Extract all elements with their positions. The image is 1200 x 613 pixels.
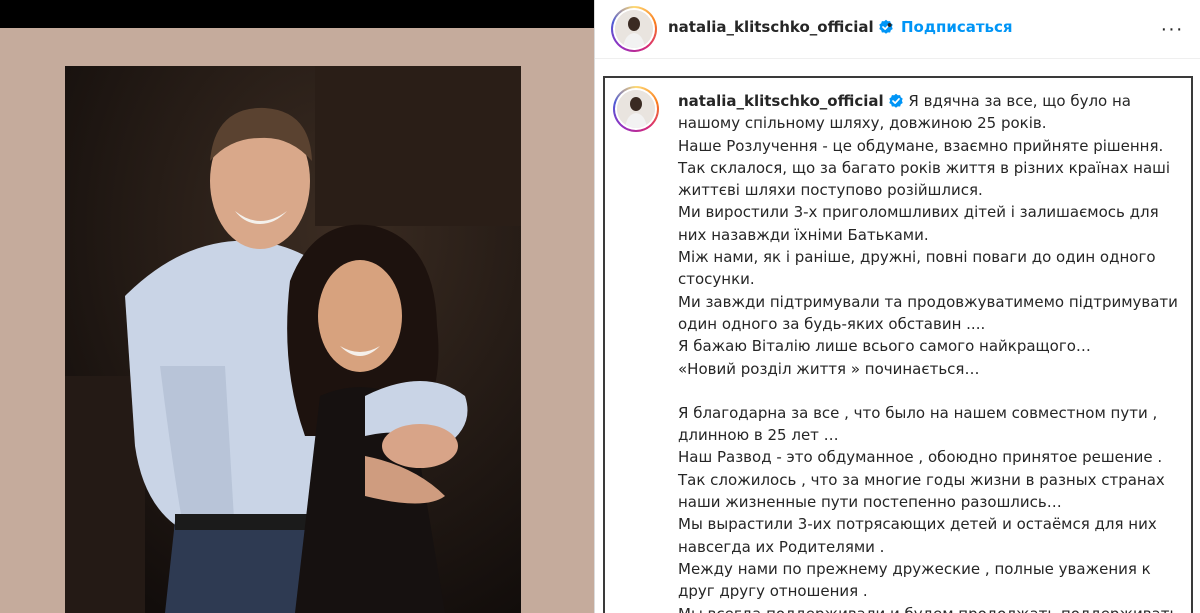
caption-line: життєві шляхи поступово розійшлися. [678, 181, 983, 200]
caption-line: «Новий розділ життя » починається… [678, 359, 980, 378]
caption-verified-badge-icon [888, 93, 903, 108]
caption-line: навсегда их Родителями . [678, 537, 885, 556]
caption-first-line: natalia_klitschko_official Я вдячна за в… [678, 90, 1178, 112]
caption-first-text: Я вдячна за все, що було на [908, 92, 1131, 110]
caption-line: друг другу отношения . [678, 582, 868, 601]
caption-author-avatar[interactable] [613, 86, 659, 132]
header-divider [595, 58, 1200, 59]
caption-line: Мы вырастили 3-их потрясающих детей и ос… [678, 515, 1157, 534]
caption-lines: нашому спільному шляху, довжиною 25 рокі… [678, 112, 1178, 613]
caption-line: длинною в 25 лет … [678, 426, 839, 445]
separator-dot: • [887, 17, 893, 34]
caption-paragraph-gap [678, 380, 1178, 402]
caption-line: наши жизненные пути постепенно разошлись… [678, 493, 1062, 512]
caption-line: Мы всегда поддерживали и будем продолжат… [678, 603, 1178, 613]
avatar-image [615, 10, 653, 48]
caption-avatar-image [617, 90, 655, 128]
caption-text: natalia_klitschko_official Я вдячна за в… [678, 90, 1178, 613]
caption-container: natalia_klitschko_official Я вдячна за в… [603, 76, 1193, 613]
post-header: natalia_klitschko_official • Подписаться… [595, 0, 1200, 58]
caption-line: Між нами, як і раніше, дружні, повні пов… [678, 248, 1156, 267]
author-username-text[interactable]: natalia_klitschko_official [668, 18, 874, 36]
caption-line: Так склалося, що за багато років життя в… [678, 158, 1171, 177]
caption-line: Я благодарна за все , что было на нашем … [678, 403, 1158, 422]
caption-line: один одного за будь-яких обставин .... [678, 314, 986, 333]
post-media[interactable] [0, 0, 594, 613]
post-side-panel: natalia_klitschko_official • Подписаться… [594, 0, 1200, 613]
caption-line: Наш Развод - это обдуманное , обоюдно пр… [678, 448, 1163, 467]
caption-line: Ми завжди підтримували та продовжуватиме… [678, 292, 1178, 311]
caption-line: нашому спільному шляху, довжиною 25 рокі… [678, 114, 1047, 133]
caption-line: Так сложилось , что за многие годы жизни… [678, 470, 1165, 489]
more-options-icon[interactable]: ··· [1157, 14, 1187, 44]
media-top-bar [0, 0, 594, 28]
author-avatar[interactable] [611, 6, 657, 52]
author-username[interactable]: natalia_klitschko_official [668, 18, 894, 36]
caption-line: Наше Розлучення - це обдумане, взаємно п… [678, 136, 1164, 155]
follow-button[interactable]: Подписаться [901, 18, 1013, 36]
caption-line: них назавжди їхніми Батьками. [678, 225, 929, 244]
couple-photo-illustration [65, 66, 521, 613]
caption-line: Между нами по прежнему дружеские , полны… [678, 559, 1151, 578]
caption-username[interactable]: natalia_klitschko_official [678, 92, 884, 110]
caption-line: Ми виростили 3-х приголомшливих дітей і … [678, 203, 1159, 222]
caption-line: стосунки. [678, 270, 755, 289]
caption-line: Я бажаю Віталію лише всього самого найкр… [678, 337, 1091, 356]
post-photo[interactable] [65, 66, 521, 613]
